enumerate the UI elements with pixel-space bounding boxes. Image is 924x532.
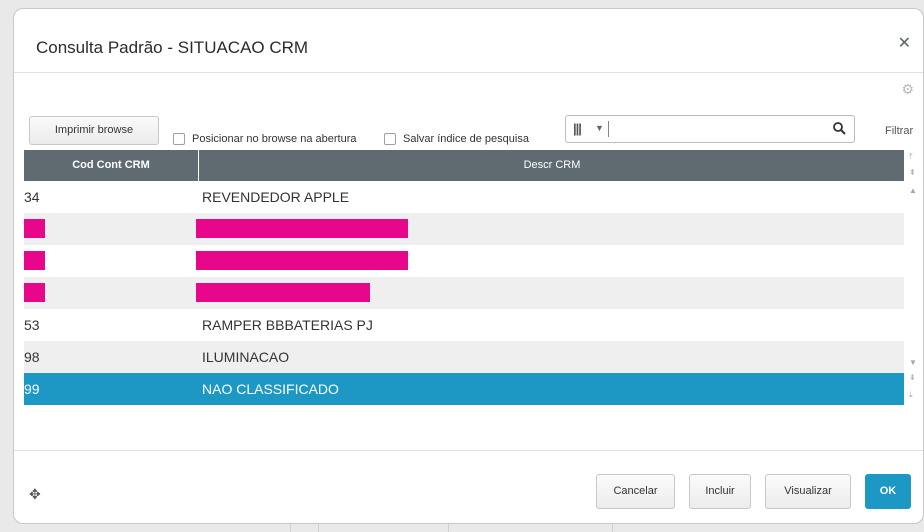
cell-code: 99 <box>24 381 40 397</box>
columns-icon[interactable]: ||| <box>573 121 582 136</box>
cell-code: 51 <box>24 251 45 270</box>
position-on-open-label: Posicionar no browse na abertura <box>192 133 357 145</box>
move-icon[interactable]: ✥ <box>29 486 41 503</box>
position-on-open-checkbox[interactable]: Posicionar no browse na abertura <box>173 133 356 145</box>
cell-code: 98 <box>24 349 40 365</box>
search-input[interactable] <box>612 119 812 139</box>
table-row[interactable]: 98 ILUMINACAO <box>24 341 904 373</box>
close-icon[interactable]: ✕ <box>898 33 911 53</box>
scroll-up-icon[interactable]: ▲ <box>909 186 917 195</box>
search-icon[interactable] <box>833 122 846 140</box>
scroll-page-down-icon[interactable]: ⇟ <box>909 373 916 382</box>
cell-code: 53 <box>24 317 40 333</box>
gear-icon[interactable]: ⚙ <box>901 81 914 98</box>
cell-description: PESSOA FISICA BB BATERIAS <box>196 219 408 238</box>
grid-scrollbar[interactable]: ⤒ ⇞ ▲ ▼ ⇟ ⤓ <box>906 150 920 412</box>
scroll-page-up-icon[interactable]: ⇞ <box>909 168 916 177</box>
consulta-padrao-dialog: Consulta Padrão - SITUACAO CRM ✕ ⚙ Impri… <box>13 8 924 524</box>
scroll-bottom-icon[interactable]: ⤓ <box>909 390 913 400</box>
scroll-down-icon[interactable]: ▼ <box>909 358 917 367</box>
grid-header: Cod Cont CRM Descr CRM <box>24 150 904 181</box>
search-field[interactable]: ||| ▼ <box>565 115 855 143</box>
cell-description: ILUMINACAO <box>202 349 290 365</box>
cell-description: RAMPER BBBATERIAS PJ <box>202 317 373 333</box>
scroll-top-icon[interactable]: ⤒ <box>909 152 913 162</box>
cell-description: REVENDEDOR APPLE <box>202 189 350 205</box>
save-search-index-label: Salvar índice de pesquisa <box>403 133 529 145</box>
cell-description: NAO CLASSIFICADO <box>202 381 339 397</box>
dialog-footer: ✥ Cancelar Incluir Visualizar OK <box>14 450 923 523</box>
table-row[interactable]: 53 RAMPER BBBATERIAS PJ <box>24 309 904 341</box>
checkbox-box[interactable] <box>384 133 396 145</box>
text-cursor <box>608 121 609 137</box>
cell-description: PESSOA JURID. BB BATERIAS <box>196 251 409 270</box>
cell-code: 34 <box>24 189 40 205</box>
background-divider <box>448 524 449 532</box>
cell-code: 50 <box>24 219 45 238</box>
background-divider <box>290 524 291 532</box>
dialog-titlebar: Consulta Padrão - SITUACAO CRM ✕ <box>14 9 923 73</box>
table-row-selected[interactable]: 99 NAO CLASSIFICADO <box>24 373 904 405</box>
table-row[interactable]: 51 PESSOA JURID. BB BATERIAS <box>24 245 904 277</box>
table-row[interactable]: 50 PESSOA FISICA BB BATERIAS <box>24 213 904 245</box>
table-row[interactable]: 52 REVENDA BB BATERIAS <box>24 277 904 309</box>
checkbox-box[interactable] <box>173 133 185 145</box>
cell-description: REVENDA BB BATERIAS <box>196 283 370 302</box>
cancel-button[interactable]: Cancelar <box>596 474 675 509</box>
print-browse-button[interactable]: Imprimir browse <box>29 116 159 145</box>
include-button[interactable]: Incluir <box>689 474 751 509</box>
chevron-down-icon[interactable]: ▼ <box>595 123 604 133</box>
column-header-description[interactable]: Descr CRM <box>200 150 904 181</box>
view-button[interactable]: Visualizar <box>765 474 851 509</box>
column-header-code[interactable]: Cod Cont CRM <box>24 150 199 181</box>
cell-code: 52 <box>24 283 45 302</box>
background-divider <box>318 524 319 532</box>
results-grid: Cod Cont CRM Descr CRM 34 REVENDEDOR APP… <box>24 150 904 412</box>
filter-link[interactable]: Filtrar <box>885 125 913 137</box>
save-search-index-checkbox[interactable]: Salvar índice de pesquisa <box>384 133 529 145</box>
table-row[interactable]: 34 REVENDEDOR APPLE <box>24 181 904 213</box>
background-divider <box>612 524 613 532</box>
ok-button[interactable]: OK <box>865 474 911 509</box>
dialog-title: Consulta Padrão - SITUACAO CRM <box>36 38 309 57</box>
